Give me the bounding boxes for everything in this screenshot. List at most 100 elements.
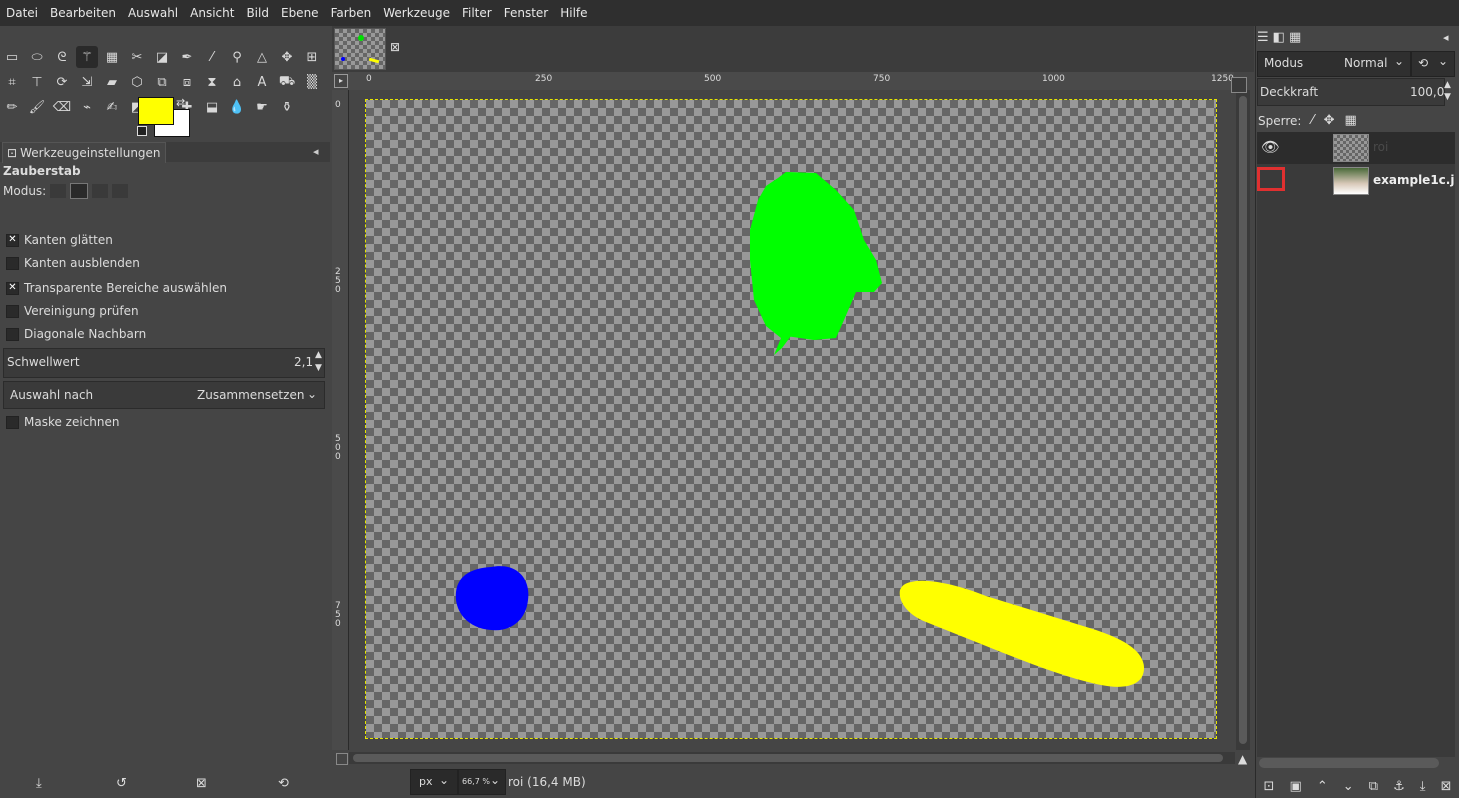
pencil-icon[interactable]: ✏ (1, 96, 23, 118)
draw-mask-checkbox[interactable] (6, 415, 19, 429)
sample-merged-row[interactable]: Vereinigung prüfen (6, 304, 139, 318)
lock-pixels-icon[interactable]: ⁄ (1311, 113, 1313, 128)
flip-icon[interactable]: ⧗ (201, 71, 223, 93)
scale-icon[interactable]: ⇲ (76, 71, 98, 93)
feather-checkbox[interactable] (6, 256, 19, 270)
menu-file[interactable]: Datei (0, 6, 44, 20)
menu-tools[interactable]: Werkzeuge (377, 6, 456, 20)
zoom-follow-icon[interactable] (1231, 77, 1247, 93)
tab-tool-options[interactable]: ⊡ Werkzeugeinstellungen (2, 142, 166, 163)
diagonal-checkbox[interactable] (6, 327, 19, 341)
sample-merged-checkbox[interactable] (6, 304, 19, 318)
eraser-icon[interactable]: ⌫ (51, 96, 73, 118)
text-icon[interactable]: A (251, 71, 273, 93)
select-by-dropdown[interactable]: Auswahl nach Zusammensetzen ⌄ (3, 381, 325, 409)
new-group-icon[interactable]: ▣ (1289, 779, 1301, 794)
horizontal-scrollbar[interactable] (349, 752, 1235, 764)
measure-icon[interactable]: △ (251, 46, 273, 68)
menu-edit[interactable]: Bearbeiten (44, 6, 122, 20)
layer-name[interactable]: example1c.jp (1373, 173, 1455, 187)
dock-menu-icon[interactable]: ◂ (1443, 31, 1449, 44)
duplicate-layer-icon[interactable]: ⧉ (1369, 779, 1378, 794)
image-tab-thumbnail[interactable] (334, 28, 386, 70)
shear-icon[interactable]: ▰ (101, 71, 123, 93)
color-picker-icon[interactable]: ⁄ (201, 46, 223, 68)
menu-colors[interactable]: Farben (325, 6, 378, 20)
mode-intersect-icon[interactable] (112, 184, 129, 198)
visibility-toggle[interactable] (1257, 167, 1285, 191)
bucket-fill-icon[interactable]: ⛟ (276, 71, 298, 93)
lock-position-icon[interactable]: ✥ (1324, 113, 1335, 128)
blur-icon[interactable]: 💧 (226, 96, 248, 118)
dodge-burn-icon[interactable]: ⚱ (276, 96, 298, 118)
lower-layer-icon[interactable]: ⌄ (1343, 779, 1354, 794)
scissors-icon[interactable]: ✂ (126, 46, 148, 68)
diagonal-row[interactable]: Diagonale Nachbarn (6, 327, 146, 341)
reset-options-icon[interactable]: ⟲ (278, 776, 289, 791)
rotate-icon[interactable]: ⟳ (51, 71, 73, 93)
menu-view[interactable]: Ansicht (184, 6, 240, 20)
mode-add-icon[interactable] (70, 183, 89, 199)
layer-mode-dropdown[interactable]: Modus Normal ⌄ (1257, 51, 1411, 77)
opacity-up-icon[interactable]: ▲ (1444, 80, 1451, 90)
gradient-icon[interactable]: ▒ (301, 71, 323, 93)
opacity-down-icon[interactable]: ▼ (1444, 92, 1451, 102)
perspective-icon[interactable]: ⬡ (126, 71, 148, 93)
rect-select-icon[interactable]: ▭ (1, 46, 23, 68)
opacity-spinscale[interactable]: Deckkraft 100,0 (1257, 78, 1445, 106)
vertical-ruler[interactable]: 0 250 500 750 (332, 90, 349, 750)
delete-options-icon[interactable]: ⊠ (196, 776, 207, 791)
layer-row[interactable]: 👁 roi (1257, 132, 1455, 164)
antialias-row[interactable]: ✕ Kanten glätten (6, 233, 113, 247)
vertical-scrollbar[interactable] (1236, 90, 1250, 750)
smudge-icon[interactable]: ☛ (251, 96, 273, 118)
transparent-checkbox[interactable]: ✕ (6, 281, 19, 295)
layer-name[interactable]: roi (1373, 140, 1388, 154)
ink-icon[interactable]: ✍ (101, 96, 123, 118)
default-colors-icon[interactable] (137, 126, 147, 136)
feather-row[interactable]: Kanten ausblenden (6, 256, 140, 270)
vscroll-thumb[interactable] (1239, 96, 1247, 744)
mode-subtract-icon[interactable] (92, 184, 109, 198)
merge-down-icon[interactable]: ⤓ (1420, 779, 1426, 794)
handle-transform-icon[interactable]: ⧈ (176, 71, 198, 93)
layers-hscroll[interactable] (1259, 758, 1439, 768)
navigate-arrow-icon[interactable]: ▲ (1238, 752, 1247, 766)
unit-dropdown[interactable]: px ⌄ (410, 769, 458, 795)
menu-layer[interactable]: Ebene (275, 6, 325, 20)
align-icon[interactable]: ⊞ (301, 46, 323, 68)
quickmask-menu-icon[interactable]: ▸ (334, 74, 348, 88)
3d-transform-icon[interactable]: ⧉ (151, 71, 173, 93)
horizontal-ruler[interactable]: 0 250 500 750 1000 1250 (348, 72, 1234, 91)
eye-icon[interactable]: 👁 (1261, 138, 1280, 156)
move-icon[interactable]: ✥ (276, 46, 298, 68)
ellipse-select-icon[interactable]: ⬭ (26, 46, 48, 68)
menu-select[interactable]: Auswahl (122, 6, 184, 20)
hscroll-thumb[interactable] (353, 754, 1223, 762)
dock-menu-icon[interactable]: ◂ (313, 145, 319, 158)
warp-icon[interactable]: ⌂ (226, 71, 248, 93)
zoom-icon[interactable]: ⚲ (226, 46, 248, 68)
swap-colors-icon[interactable]: ⇄ (176, 96, 185, 109)
delete-layer-icon[interactable]: ⊠ (1441, 779, 1452, 794)
paths-tab-icon[interactable]: ▦ (1289, 30, 1301, 45)
threshold-spinscale[interactable]: Schwellwert 2,1 ▲ ▼ (3, 348, 325, 378)
airbrush-icon[interactable]: ⌁ (76, 96, 98, 118)
free-select-icon[interactable]: ᘓ (51, 46, 73, 68)
navigate-icon[interactable] (336, 753, 348, 765)
paths-icon[interactable]: ✒ (176, 46, 198, 68)
layer-row[interactable]: example1c.jp (1257, 165, 1455, 197)
layers-tab-icon[interactable]: ☰ (1257, 30, 1269, 45)
foreground-select-icon[interactable]: ◪ (151, 46, 173, 68)
layer-composite-dropdown[interactable]: ⟲ ⌄ (1411, 51, 1455, 77)
new-layer-icon[interactable]: ⊡ (1264, 779, 1275, 794)
fuzzy-select-icon[interactable]: ⚚ (76, 46, 98, 68)
select-by-color-icon[interactable]: ▦ (101, 46, 123, 68)
restore-options-icon[interactable]: ↺ (116, 776, 127, 791)
zoom-dropdown[interactable]: 66,7 % ⌄ (458, 769, 506, 795)
menu-windows[interactable]: Fenster (498, 6, 555, 20)
menu-filters[interactable]: Filter (456, 6, 498, 20)
antialias-checkbox[interactable]: ✕ (6, 233, 19, 247)
unified-transform-icon[interactable]: ⊤ (26, 71, 48, 93)
perspective-clone-icon[interactable]: ⬓ (201, 96, 223, 118)
